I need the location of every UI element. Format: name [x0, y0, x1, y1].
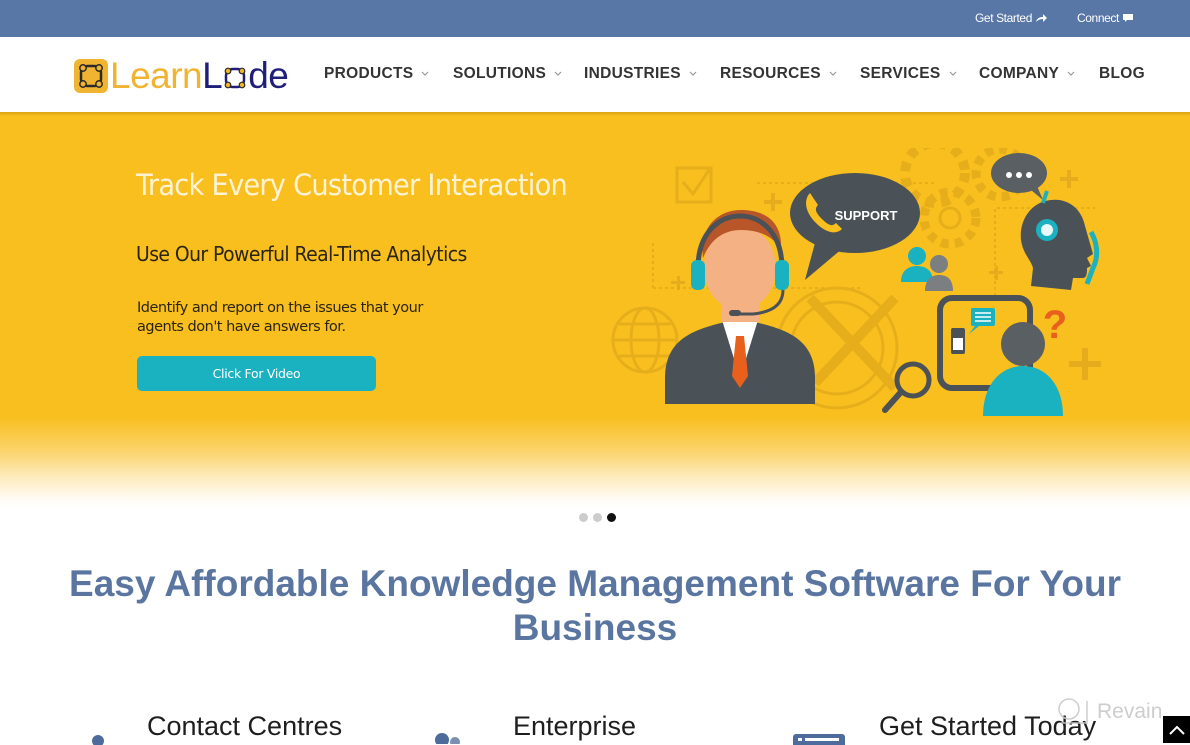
- people-icon: [92, 735, 104, 745]
- carousel-dot[interactable]: [593, 513, 602, 522]
- chevron-down-icon: [829, 71, 837, 76]
- nav-item-resources[interactable]: RESOURCES: [720, 65, 837, 83]
- group-people-icon: [901, 247, 953, 291]
- click-for-video-button[interactable]: Click For Video: [137, 356, 376, 391]
- nav-item-solutions[interactable]: SOLUTIONS: [453, 65, 562, 83]
- revain-label: Revain: [1097, 700, 1163, 723]
- feature-contact-centres[interactable]: Contact Centres: [147, 711, 342, 742]
- nav-item-label: RESOURCES: [720, 65, 821, 82]
- nav-item-label: COMPANY: [979, 65, 1060, 82]
- chat-bubble-icon: [1122, 14, 1133, 22]
- logo-mark-icon: [74, 59, 108, 93]
- feature-enterprise[interactable]: Enterprise: [513, 711, 636, 742]
- logo[interactable]: LearnL de: [74, 55, 289, 96]
- nav-item-services[interactable]: SERVICES: [860, 65, 957, 83]
- nav-item-label: PRODUCTS: [324, 65, 414, 82]
- chevron-down-icon: [1067, 71, 1075, 76]
- hero-title: Track Every Customer Interaction: [136, 168, 568, 202]
- chevron-down-icon: [689, 71, 697, 76]
- nav-item-company[interactable]: COMPANY: [979, 65, 1075, 83]
- logo-wordmark: LearnL de: [110, 55, 289, 96]
- customer-support-illustration: SUPPORT ?: [611, 148, 1101, 416]
- chevron-up-icon: [1168, 725, 1185, 735]
- chevron-down-icon: [421, 71, 429, 76]
- hero-subtitle: Use Our Powerful Real-Time Analytics: [136, 242, 467, 266]
- revain-watermark: Revain: [1057, 697, 1162, 727]
- chevron-down-icon: [949, 71, 956, 76]
- chat-screen: ?: [937, 295, 1067, 416]
- typing-bubble: [991, 153, 1047, 200]
- nav-item-label: SOLUTIONS: [453, 65, 547, 82]
- connect-link[interactable]: Connect: [1077, 11, 1134, 25]
- share-arrow-icon: [1035, 14, 1047, 22]
- main-navbar: LearnL de PRODUCTS SOLUTIONS INDUSTRIES …: [0, 37, 1190, 112]
- team-icon: [435, 733, 460, 744]
- chevron-down-icon: [554, 71, 562, 76]
- support-speech-bubble: SUPPORT: [790, 173, 920, 280]
- logo-text-l: L: [202, 55, 223, 96]
- logo-text-de: de: [248, 55, 289, 96]
- logo-o-icon: [224, 67, 246, 89]
- nav-item-blog[interactable]: BLOG: [1099, 65, 1145, 83]
- revain-logo-icon: [1058, 698, 1088, 724]
- support-bubble-text: SUPPORT: [835, 208, 898, 223]
- nav-item-label: SERVICES: [860, 65, 941, 82]
- get-started-link[interactable]: Get Started: [975, 11, 1047, 25]
- nav-item-products[interactable]: PRODUCTS: [324, 65, 429, 83]
- logo-text-learn: Learn: [110, 55, 203, 96]
- connect-label: Connect: [1077, 11, 1119, 25]
- carousel-pagination: [579, 513, 616, 522]
- head-silhouette: [1020, 190, 1100, 290]
- hero-top-shadow: [0, 112, 1190, 116]
- back-to-top-button[interactable]: [1163, 716, 1190, 743]
- hero-body-text: Identify and report on the issues that y…: [137, 300, 423, 335]
- section-headline: Easy Affordable Knowledge Management Sof…: [69, 563, 1121, 648]
- carousel-dot[interactable]: [579, 513, 588, 522]
- carousel-dot[interactable]: [607, 513, 616, 522]
- svg-text:?: ?: [1043, 303, 1067, 347]
- nav-item-industries[interactable]: INDUSTRIES: [584, 65, 697, 83]
- top-utility-bar: Get Started Connect: [0, 0, 1190, 37]
- browser-window-icon: [793, 734, 845, 745]
- nav-item-label: BLOG: [1099, 65, 1145, 82]
- nav-item-label: INDUSTRIES: [584, 65, 681, 82]
- get-started-label: Get Started: [975, 11, 1032, 25]
